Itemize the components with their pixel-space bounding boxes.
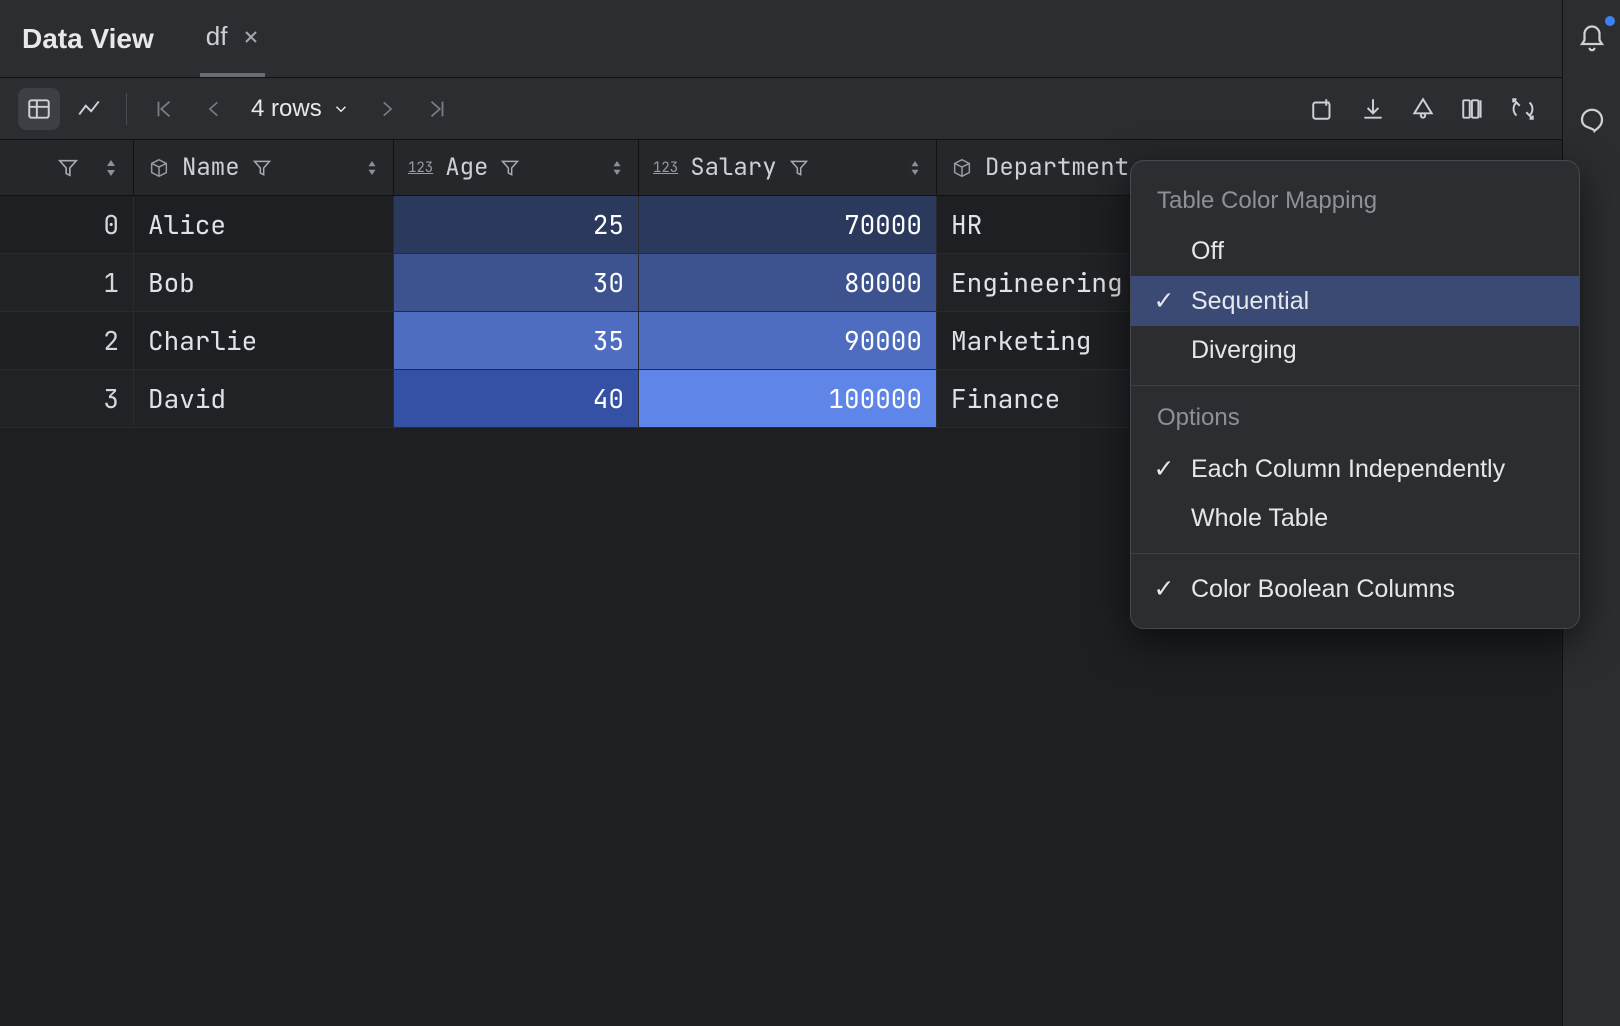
popup-section-title: Options xyxy=(1131,396,1579,444)
notifications-button[interactable] xyxy=(1571,18,1613,60)
cell-name[interactable]: Charlie xyxy=(134,312,394,369)
ai-assistant-button[interactable] xyxy=(1571,100,1613,142)
cell-age[interactable]: 35 xyxy=(394,312,639,369)
menu-item-label: Diverging xyxy=(1191,336,1297,365)
cell-index: 2 xyxy=(0,312,134,369)
check-icon: ✓ xyxy=(1151,286,1177,316)
cell-salary[interactable]: 70000 xyxy=(639,196,937,253)
page-last-button[interactable] xyxy=(416,88,458,130)
menu-item-label: Each Column Independently xyxy=(1191,455,1505,484)
cell-salary[interactable]: 90000 xyxy=(639,312,937,369)
row-count-dropdown[interactable]: 4 rows xyxy=(243,95,358,123)
menu-item-whole-table[interactable]: Whole Table xyxy=(1131,494,1579,543)
menu-item-color-boolean[interactable]: ✓ Color Boolean Columns xyxy=(1131,564,1579,614)
sort-icon[interactable] xyxy=(365,159,379,177)
cell-name[interactable]: Alice xyxy=(134,196,394,253)
table-view-button[interactable] xyxy=(18,88,60,130)
divider xyxy=(126,93,127,125)
column-header-salary[interactable]: 123 Salary xyxy=(639,140,937,195)
column-header-age[interactable]: 123 Age xyxy=(394,140,639,195)
column-header-name[interactable]: Name xyxy=(134,140,394,195)
number-type-icon: 123 xyxy=(408,159,433,177)
filter-icon[interactable] xyxy=(252,158,272,178)
refresh-button[interactable] xyxy=(1502,88,1544,130)
check-icon: ✓ xyxy=(1151,454,1177,484)
tab-label: df xyxy=(206,21,228,52)
cell-index: 0 xyxy=(0,196,134,253)
color-mapping-button[interactable] xyxy=(1402,88,1444,130)
cell-salary[interactable]: 80000 xyxy=(639,254,937,311)
column-label: Salary xyxy=(690,152,776,183)
menu-item-label: Whole Table xyxy=(1191,504,1328,533)
cell-name[interactable]: Bob xyxy=(134,254,394,311)
cell-age[interactable]: 40 xyxy=(394,370,639,427)
tab-df[interactable]: df xyxy=(200,0,266,77)
column-label: Name xyxy=(182,152,240,183)
sort-icon[interactable] xyxy=(610,159,624,177)
cell-age[interactable]: 25 xyxy=(394,196,639,253)
filter-icon[interactable] xyxy=(789,158,809,178)
notification-dot xyxy=(1605,16,1615,26)
page-prev-button[interactable] xyxy=(193,88,235,130)
menu-item-label: Off xyxy=(1191,237,1224,266)
chart-view-button[interactable] xyxy=(68,88,110,130)
sort-icon[interactable] xyxy=(103,158,119,178)
row-count-label: 4 rows xyxy=(251,95,322,123)
menu-item-label: Color Boolean Columns xyxy=(1191,575,1455,604)
open-new-tab-button[interactable] xyxy=(1302,88,1344,130)
close-icon[interactable] xyxy=(243,29,259,45)
number-type-icon: 123 xyxy=(653,159,678,177)
menu-item-diverging[interactable]: Diverging xyxy=(1131,326,1579,375)
object-type-icon xyxy=(148,157,170,179)
menu-item-label: Sequential xyxy=(1191,287,1309,316)
color-mapping-popup: Table Color Mapping Off ✓ Sequential Div… xyxy=(1130,160,1580,629)
menu-item-sequential[interactable]: ✓ Sequential xyxy=(1131,276,1579,326)
object-type-icon xyxy=(951,157,973,179)
cell-index: 3 xyxy=(0,370,134,427)
page-next-button[interactable] xyxy=(366,88,408,130)
column-header-index[interactable] xyxy=(0,140,134,195)
columns-button[interactable] xyxy=(1452,88,1494,130)
menu-item-off[interactable]: Off xyxy=(1131,227,1579,276)
page-first-button[interactable] xyxy=(143,88,185,130)
chevron-down-icon xyxy=(332,100,350,118)
cell-age[interactable]: 30 xyxy=(394,254,639,311)
sort-icon[interactable] xyxy=(908,159,922,177)
cell-salary[interactable]: 100000 xyxy=(639,370,937,427)
column-label: Age xyxy=(445,152,488,183)
column-label: Department xyxy=(985,152,1129,183)
filter-icon[interactable] xyxy=(500,158,520,178)
cell-name[interactable]: David xyxy=(134,370,394,427)
panel-title: Data View xyxy=(22,23,154,55)
menu-item-each-column[interactable]: ✓ Each Column Independently xyxy=(1131,444,1579,494)
check-icon: ✓ xyxy=(1151,574,1177,604)
cell-index: 1 xyxy=(0,254,134,311)
download-button[interactable] xyxy=(1352,88,1394,130)
filter-icon[interactable] xyxy=(57,157,79,179)
popup-section-title: Table Color Mapping xyxy=(1131,179,1579,227)
